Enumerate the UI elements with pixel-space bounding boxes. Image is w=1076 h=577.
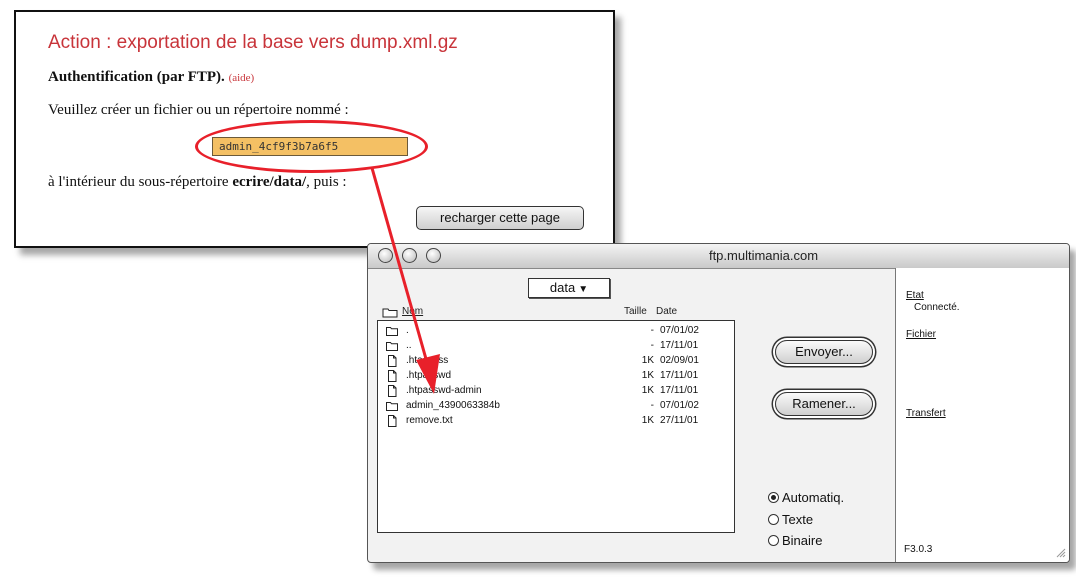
- resize-grip-icon[interactable]: [1054, 546, 1066, 558]
- file-date: 07/01/02: [660, 400, 699, 411]
- folder-popup[interactable]: data ▼: [528, 278, 610, 298]
- file-date: 17/11/01: [660, 385, 699, 396]
- file-size: 1K: [641, 370, 654, 381]
- file-size: -: [650, 325, 654, 336]
- radio-icon: [768, 535, 779, 546]
- admin-name-field[interactable]: admin_4cf9f3b7a6f5: [212, 137, 408, 156]
- file-name: .: [406, 325, 409, 336]
- ftp-window-title: ftp.multimania.com: [708, 248, 819, 263]
- send-button[interactable]: Envoyer...: [775, 340, 873, 364]
- file-icon: [386, 385, 398, 397]
- file-date: 27/11/01: [660, 415, 699, 426]
- popup-arrow-icon: ▼: [578, 284, 589, 295]
- file-name: .htaccess: [406, 355, 449, 366]
- file-date: 17/11/01: [660, 370, 699, 381]
- file-row[interactable]: .htpasswd-admin 1K 17/11/01: [378, 384, 734, 398]
- mode-label: Texte: [782, 512, 814, 527]
- folder-icon: [386, 400, 398, 412]
- file-row[interactable]: .. -17/11/01: [378, 339, 734, 353]
- ftp-window: ftp.multimania.com data ▼ Nom Taille Date…: [367, 243, 1070, 563]
- inside-suffix: , puis :: [306, 174, 347, 190]
- status-panel: Etat Connecté. Fichier Transfert F3.0.3: [895, 268, 1069, 562]
- mode-label: Binaire: [782, 533, 823, 548]
- file-size: -: [650, 400, 654, 411]
- status-label: Etat: [906, 290, 924, 301]
- inside-prefix: à l'intérieur du sous-répertoire: [48, 174, 233, 190]
- folder-header-icon: [382, 308, 398, 318]
- ftp-titlebar[interactable]: ftp.multimania.com: [368, 244, 1069, 269]
- mode-label: Automatiq.: [782, 490, 845, 505]
- mode-radio-automatic[interactable]: Automatiq.: [768, 490, 844, 505]
- file-name: .htpasswd: [406, 370, 452, 381]
- file-size: 1K: [641, 355, 654, 366]
- column-date-header[interactable]: Date: [656, 306, 677, 317]
- inside-dir: ecrire/data/: [232, 174, 307, 190]
- column-name-header[interactable]: Nom: [402, 306, 423, 317]
- file-name: admin_4390063384b: [406, 400, 500, 411]
- fetch-button[interactable]: Ramener...: [775, 392, 873, 416]
- reload-page-button[interactable]: recharger cette page: [416, 206, 584, 230]
- file-size: -: [650, 340, 654, 351]
- auth-label: Authentification (par FTP).: [48, 69, 225, 85]
- folder-icon: [386, 325, 398, 337]
- file-icon: [386, 370, 398, 382]
- file-date: 17/11/01: [660, 340, 699, 351]
- radio-icon: [768, 514, 779, 525]
- file-list[interactable]: . -07/01/02.. -17/11/01 .htaccess 1K 02/09/01…: [377, 320, 735, 533]
- status-value: Connecté.: [914, 302, 960, 313]
- help-link[interactable]: (aide): [229, 72, 255, 84]
- file-row[interactable]: .htaccess 1K 02/09/01: [378, 354, 734, 368]
- inside-directory-text: à l'intérieur du sous-répertoire ecrire/…: [48, 174, 347, 191]
- mode-radio-binary[interactable]: Binaire: [768, 533, 822, 548]
- version-label: F3.0.3: [904, 544, 933, 555]
- file-icon: [386, 355, 398, 367]
- folder-icon: [386, 340, 398, 352]
- file-icon: [386, 415, 398, 427]
- radio-selected-icon: [768, 492, 779, 503]
- file-row[interactable]: . -07/01/02: [378, 324, 734, 338]
- auth-heading: Authentification (par FTP). (aide): [48, 69, 254, 86]
- file-row[interactable]: admin_4390063384b -07/01/02: [378, 399, 734, 413]
- file-name: remove.txt: [406, 415, 453, 426]
- file-size: 1K: [641, 415, 654, 426]
- file-row[interactable]: .htpasswd 1K 17/11/01: [378, 369, 734, 383]
- create-prompt: Veuillez créer un fichier ou un répertoi…: [48, 102, 349, 118]
- file-date: 02/09/01: [660, 355, 699, 366]
- file-name: .htpasswd-admin: [406, 385, 482, 396]
- file-date: 07/01/02: [660, 325, 699, 336]
- file-row[interactable]: remove.txt 1K 27/11/01: [378, 414, 734, 428]
- web-page-panel: Action : exportation de la base vers dum…: [14, 10, 615, 248]
- file-label: Fichier: [906, 329, 937, 340]
- file-name: ..: [406, 340, 412, 351]
- column-size-header[interactable]: Taille: [624, 306, 647, 317]
- page-title: Action : exportation de la base vers dum…: [48, 32, 458, 53]
- transfer-label: Transfert: [906, 408, 946, 419]
- mode-radio-text[interactable]: Texte: [768, 512, 813, 527]
- file-size: 1K: [641, 385, 654, 396]
- folder-popup-label: data: [549, 280, 576, 295]
